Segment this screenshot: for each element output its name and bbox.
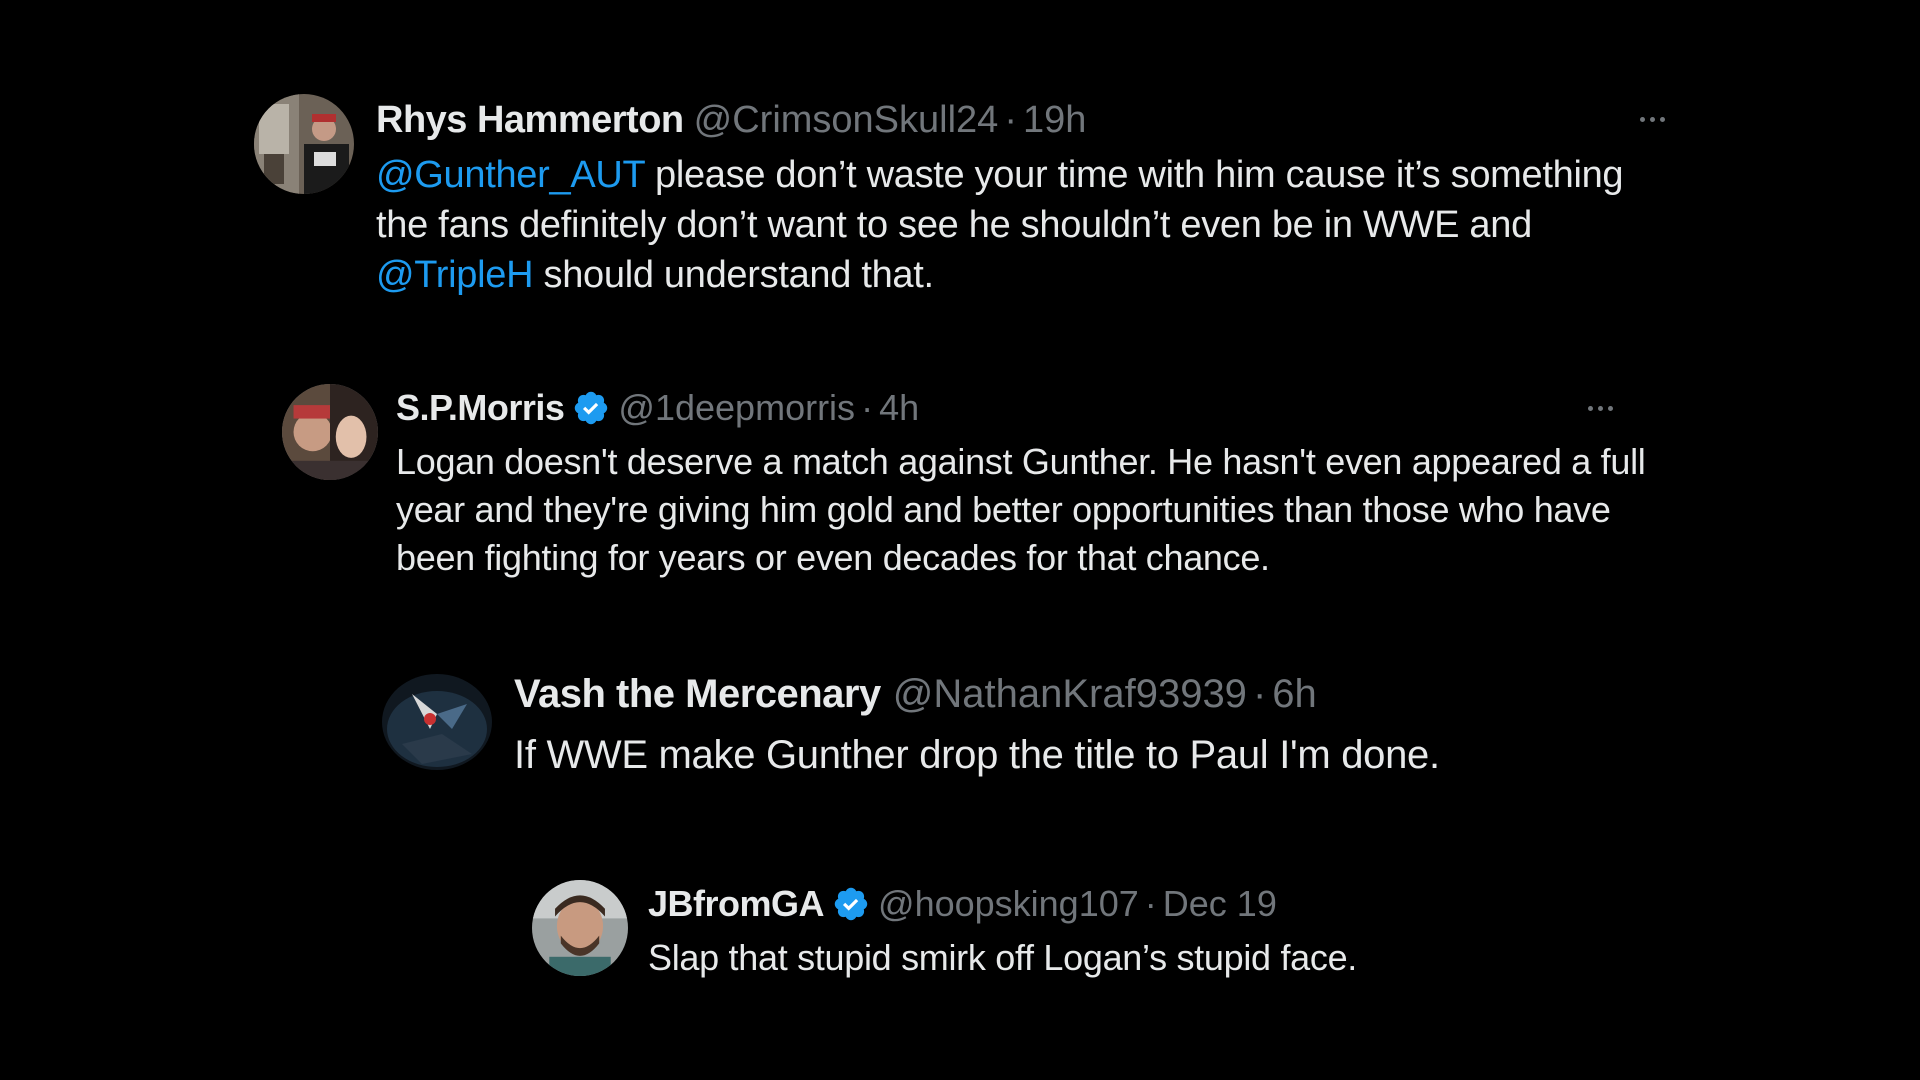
tweet-header: Vash the Mercenary @NathanKraf93939 · 6h <box>514 668 1317 720</box>
author-name[interactable]: JBfromGA <box>648 883 825 925</box>
tweet-text: Slap that stupid smirk off Logan’s stupi… <box>648 937 1357 978</box>
tweet-thread: Rhys Hammerton @CrimsonSkull24 · 19h @Gu… <box>0 0 1920 1080</box>
avatar-image <box>382 674 492 770</box>
avatar[interactable] <box>532 880 628 976</box>
separator-dot: · <box>861 387 874 428</box>
verified-badge-icon <box>832 885 870 923</box>
avatar-image <box>254 94 354 194</box>
author-name[interactable]: S.P.Morris <box>396 387 565 429</box>
timestamp[interactable]: 4h <box>879 387 919 429</box>
timestamp[interactable]: 6h <box>1272 672 1317 717</box>
avatar[interactable] <box>282 384 378 480</box>
verified-badge-icon <box>572 389 610 427</box>
more-options-icon[interactable] <box>1588 406 1613 411</box>
author-handle[interactable]: @hoopsking107 <box>878 883 1139 925</box>
tweet-text-segment: should understand that. <box>533 254 934 296</box>
avatar[interactable] <box>254 94 354 194</box>
mention-link[interactable]: @Gunther_AUT <box>376 154 645 196</box>
author-handle[interactable]: @1deepmorris <box>618 387 855 429</box>
avatar[interactable] <box>382 674 492 770</box>
tweet-text: Logan doesn't deserve a match against Gu… <box>396 441 1646 578</box>
author-name[interactable]: Rhys Hammerton <box>376 99 684 142</box>
tweet-text: @Gunther_AUT please don’t waste your tim… <box>376 150 1676 300</box>
timestamp[interactable]: Dec 19 <box>1163 883 1277 925</box>
more-options-icon[interactable] <box>1640 117 1665 122</box>
separator-dot: · <box>1252 671 1267 716</box>
tweet-header: S.P.Morris @1deepmorris · 4h <box>396 384 919 432</box>
tweet-text: If WWE make Gunther drop the title to Pa… <box>514 733 1440 777</box>
mention-link[interactable]: @TripleH <box>376 254 534 296</box>
avatar-image <box>282 384 378 480</box>
author-name[interactable]: Vash the Mercenary <box>514 672 881 717</box>
separator-dot: · <box>1004 98 1017 141</box>
author-handle[interactable]: @CrimsonSkull24 <box>694 99 999 142</box>
avatar-image <box>532 880 628 976</box>
author-handle[interactable]: @NathanKraf93939 <box>893 672 1247 717</box>
tweet-header: JBfromGA @hoopsking107 · Dec 19 <box>648 880 1277 928</box>
separator-dot: · <box>1144 883 1157 924</box>
tweet-header: Rhys Hammerton @CrimsonSkull24 · 19h <box>376 96 1086 144</box>
timestamp[interactable]: 19h <box>1023 99 1086 142</box>
